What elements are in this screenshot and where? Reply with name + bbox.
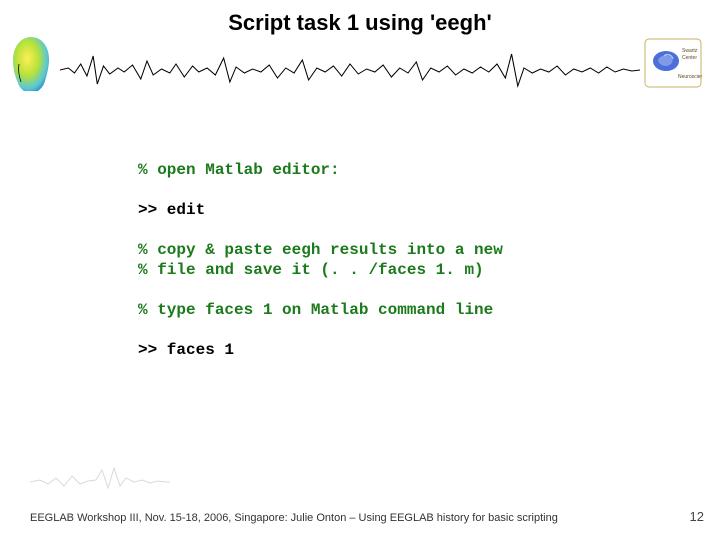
comment-line: % file and save it (. . /faces 1. m) bbox=[138, 260, 638, 280]
eeg-waveform-icon bbox=[60, 46, 640, 94]
head-model-icon bbox=[6, 34, 56, 99]
footer-text: EEGLAB Workshop III, Nov. 15-18, 2006, S… bbox=[30, 512, 558, 524]
comment-line: % type faces 1 on Matlab command line bbox=[138, 300, 638, 320]
neuroscience-logo-icon: Swartz Center Neuroscience bbox=[644, 38, 702, 88]
svg-text:Neuroscience: Neuroscience bbox=[678, 74, 702, 80]
page-number: 12 bbox=[690, 509, 704, 524]
svg-text:Center: Center bbox=[682, 55, 697, 61]
slide: Script task 1 using 'eegh' bbox=[0, 0, 720, 540]
svg-text:Swartz: Swartz bbox=[682, 48, 698, 54]
spacer bbox=[138, 180, 638, 200]
command-line: >> edit bbox=[138, 200, 638, 220]
spacer bbox=[138, 280, 638, 300]
comment-line: % open Matlab editor: bbox=[138, 160, 638, 180]
faint-waveform-icon bbox=[30, 458, 170, 494]
spacer bbox=[138, 220, 638, 240]
command-line: >> faces 1 bbox=[138, 340, 638, 360]
comment-line: % copy & paste eegh results into a new bbox=[138, 240, 638, 260]
code-block: % open Matlab editor: >> edit % copy & p… bbox=[138, 160, 638, 360]
spacer bbox=[138, 320, 638, 340]
slide-title: Script task 1 using 'eegh' bbox=[0, 0, 720, 36]
header-graphics: Swartz Center Neuroscience bbox=[0, 40, 720, 120]
